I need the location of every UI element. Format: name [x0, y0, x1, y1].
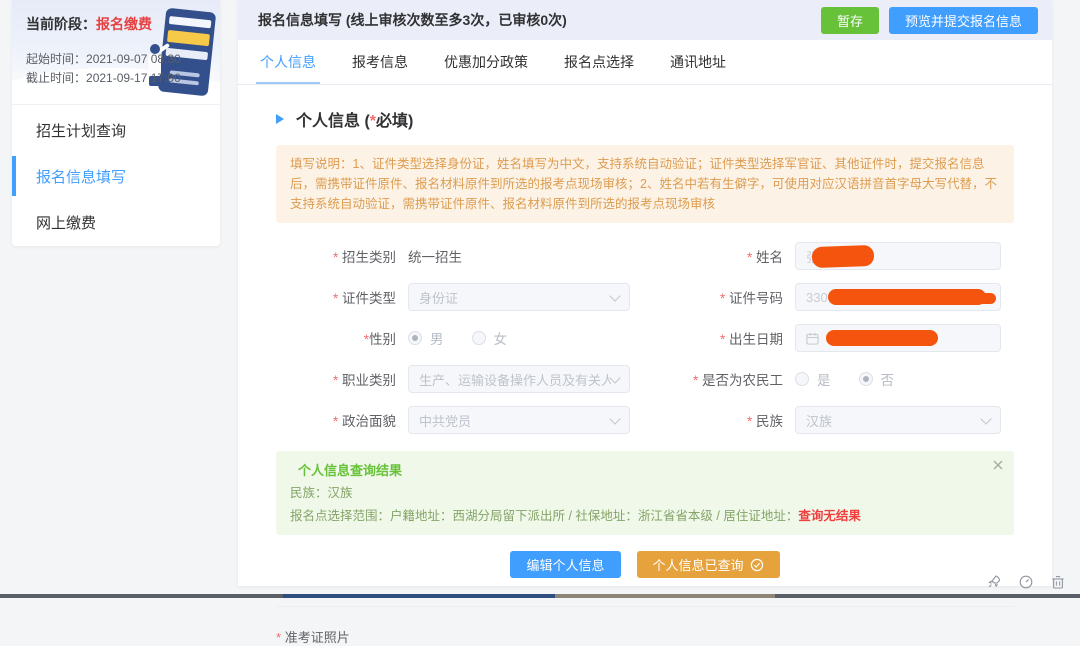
id-number-label: * 证件号码 [645, 287, 795, 307]
occupation-select[interactable]: 生产、运输设备操作人员及有关人员 [408, 365, 630, 393]
migrant-worker-label: * 是否为农民工 [645, 369, 795, 389]
field-id-type: * 证件类型 身份证 [276, 282, 645, 312]
field-migrant-worker: * 是否为农民工 是 否 [645, 364, 1014, 394]
tab-bonus-policy[interactable]: 优惠加分政策 [444, 40, 528, 84]
bottom-window-edge [0, 594, 1080, 598]
check-circle-icon [750, 558, 764, 572]
radio-icon [795, 372, 809, 386]
redaction-blob [828, 289, 986, 305]
gender-label: *性别 [276, 328, 408, 348]
personal-info-query-result: 个人信息查询结果 民族：汉族 报名点选择范围：户籍地址：西湖分局留下派出所 / … [276, 451, 1014, 535]
gender-radio-male[interactable]: 男 [408, 328, 444, 348]
bottom-edge-segment [283, 594, 555, 598]
info-queried-button[interactable]: 个人信息已查询 [637, 551, 780, 578]
rocket-icon[interactable] [986, 574, 1002, 590]
sidebar-stage-panel: 当前阶段：报名缴费 起始时间：2021-09-07 08:30 截止时间：202… [12, 0, 220, 105]
field-political-status: * 政治面貌 中共党员 [276, 405, 645, 435]
section-divider [276, 606, 1014, 607]
tab-personal-info[interactable]: 个人信息 [260, 40, 316, 84]
name-input[interactable]: 张 [795, 242, 1001, 270]
page-title: 报名信息填写 (线上审核次数至多3次，已审核0次) [258, 10, 567, 30]
field-enroll-type: * 招生类别 统一招生 [276, 241, 645, 271]
radio-icon [408, 331, 422, 345]
chevron-down-icon [980, 413, 991, 424]
bottom-edge-segment [555, 594, 775, 598]
migrant-radio-yes[interactable]: 是 [795, 369, 831, 389]
stage-value: 报名缴费 [96, 16, 152, 32]
enroll-type-value: 统一招生 [408, 246, 462, 266]
sidebar-item-label: 网上缴费 [36, 212, 96, 233]
sidebar-menu: 招生计划查询 报名信息填写 网上缴费 [12, 105, 220, 245]
sidebar-item-label: 报名信息填写 [36, 166, 126, 187]
enroll-type-label: * 招生类别 [276, 246, 408, 266]
fill-instructions-notice: 填写说明：1、证件类型选择身份证，姓名填写为中文，支持系统自动验证；证件类型选择… [276, 145, 1014, 223]
redaction-blob [826, 330, 938, 346]
tab-site-selection[interactable]: 报名点选择 [564, 40, 634, 84]
field-gender: *性别 男 女 [276, 323, 645, 353]
chevron-down-icon [609, 413, 620, 424]
sidebar: 当前阶段：报名缴费 起始时间：2021-09-07 08:30 截止时间：202… [12, 0, 220, 246]
query-result-range: 报名点选择范围：户籍地址：西湖分局留下派出所 / 社保地址：浙江省省本级 / 居… [290, 507, 984, 525]
tab-bar: 个人信息 报考信息 优惠加分政策 报名点选择 通讯地址 [238, 40, 1052, 85]
sidebar-item-enrollment-plan[interactable]: 招生计划查询 [12, 107, 220, 153]
field-occupation: * 职业类别 生产、运输设备操作人员及有关人员 [276, 364, 645, 394]
field-id-number: * 证件号码 330 [645, 282, 1014, 312]
field-birth-date: * 出生日期 [645, 323, 1014, 353]
id-type-select[interactable]: 身份证 [408, 283, 630, 311]
id-number-input[interactable]: 330 [795, 283, 1001, 311]
tab-contact-address[interactable]: 通讯地址 [670, 40, 726, 84]
gender-radio-female[interactable]: 女 [472, 328, 508, 348]
redaction-blob [812, 245, 875, 268]
occupation-label: * 职业类别 [276, 369, 408, 389]
birth-date-input[interactable] [795, 324, 1001, 352]
sidebar-item-label: 招生计划查询 [36, 120, 126, 141]
ethnicity-label: * 民族 [645, 410, 795, 430]
tab-exam-info[interactable]: 报考信息 [352, 40, 408, 84]
birth-date-label: * 出生日期 [645, 328, 795, 348]
field-name: * 姓名 张 [645, 241, 1014, 271]
political-status-label: * 政治面貌 [276, 410, 408, 430]
name-label: * 姓名 [645, 246, 795, 266]
section-title: 个人信息 (*必填) [296, 107, 413, 131]
save-draft-button[interactable]: 暂存 [821, 7, 879, 34]
query-result-ethnicity: 民族：汉族 [290, 484, 984, 502]
end-time: 截止时间：2021-09-17 17:00 [26, 69, 220, 88]
start-time: 起始时间：2021-09-07 08:30 [26, 50, 220, 69]
chevron-down-icon [609, 290, 620, 301]
trash-icon[interactable] [1050, 574, 1066, 590]
political-status-select[interactable]: 中共党员 [408, 406, 630, 434]
current-stage: 当前阶段：报名缴费 [12, 0, 220, 34]
preview-submit-button[interactable]: 预览并提交报名信息 [889, 7, 1038, 34]
floating-tools [986, 574, 1066, 590]
registration-page: 当前阶段：报名缴费 起始时间：2021-09-07 08:30 截止时间：202… [0, 0, 1080, 598]
action-buttons: 编辑个人信息 个人信息已查询 [276, 551, 1014, 578]
personal-info-form: * 招生类别 统一招生 * 姓名 张 * 证件类型 身份证 [276, 241, 1014, 435]
ethnicity-select[interactable]: 汉族 [795, 406, 1001, 434]
stage-label: 当前阶段： [26, 16, 96, 32]
radio-icon [472, 331, 486, 345]
admission-photo-label: * 准考证照片 [276, 627, 1014, 646]
sidebar-item-online-payment[interactable]: 网上缴费 [12, 199, 220, 245]
calendar-icon [806, 332, 819, 345]
stage-times: 起始时间：2021-09-07 08:30 截止时间：2021-09-17 17… [26, 50, 220, 88]
chevron-down-icon [609, 372, 620, 383]
main-header: 报名信息填写 (线上审核次数至多3次，已审核0次) 暂存 预览并提交报名信息 [238, 0, 1052, 40]
close-icon[interactable] [992, 459, 1004, 471]
migrant-radio-no[interactable]: 否 [859, 369, 895, 389]
field-ethnicity: * 民族 汉族 [645, 405, 1014, 435]
edit-personal-info-button[interactable]: 编辑个人信息 [510, 551, 620, 578]
query-result-title: 个人信息查询结果 [290, 460, 984, 479]
redaction-blob [964, 293, 996, 304]
gauge-icon[interactable] [1018, 574, 1034, 590]
radio-icon [859, 372, 873, 386]
no-result-text: 查询无结果 [798, 509, 861, 523]
main-panel: 报名信息填写 (线上审核次数至多3次，已审核0次) 暂存 预览并提交报名信息 个… [238, 0, 1052, 586]
sidebar-item-registration-info[interactable]: 报名信息填写 [12, 153, 220, 199]
section-arrow-icon [276, 114, 284, 124]
active-indicator-bar [12, 156, 16, 196]
id-type-label: * 证件类型 [276, 287, 408, 307]
section-header: 个人信息 (*必填) [276, 107, 1014, 131]
personal-info-content: 个人信息 (*必填) 填写说明：1、证件类型选择身份证，姓名填写为中文，支持系统… [238, 107, 1052, 646]
